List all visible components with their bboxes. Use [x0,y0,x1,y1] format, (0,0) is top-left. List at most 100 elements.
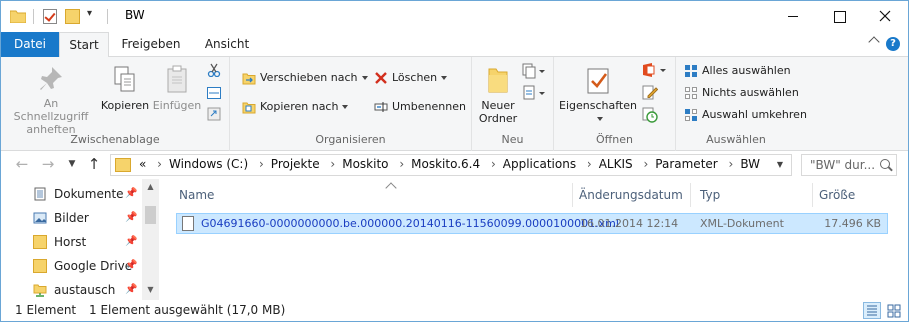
paste-button[interactable]: Einfügen [152,65,202,112]
refresh-icon[interactable] [793,154,801,176]
column-divider[interactable] [812,183,813,207]
details-view-icon[interactable] [863,302,881,319]
network-folder-icon [33,284,47,297]
rename-label: Umbenennen [392,100,466,113]
breadcrumb-item[interactable]: ALKIS [599,157,633,171]
close-button[interactable] [862,1,908,32]
copy-path-icon[interactable] [207,87,221,99]
copy-button[interactable]: Kopieren [100,65,150,112]
nav-item-bilder[interactable]: Bilder 📌 [33,206,141,230]
paste-shortcut-icon[interactable] [207,107,221,121]
pin-icon [40,67,62,90]
group-label: Zwischenablage [70,133,160,146]
nav-item-label: Bilder [54,211,89,225]
large-icons-view-icon[interactable] [885,302,903,319]
breadcrumb-item[interactable]: Moskito [342,157,388,171]
status-selection: 1 Element ausgewählt (17,0 MB) [89,303,286,317]
navigation-bar: ← → ▼ ↑ « › Windows (C:) › Projekte › Moski… [1,151,908,179]
quick-access-dropdown[interactable]: ▾ [87,8,92,25]
pin-icon[interactable]: 📌 [125,206,137,230]
properties-quick-icon[interactable] [43,9,57,24]
paste-label: Einfügen [152,99,202,112]
minimize-button[interactable] [770,1,816,32]
nav-item-dokumente[interactable]: Dokumente 📌 [33,182,141,206]
close-icon [879,10,891,22]
back-arrow-icon[interactable]: ← [13,155,31,173]
tab-ansicht[interactable]: Ansicht [197,32,257,57]
scroll-thumb[interactable] [145,206,156,224]
nav-item-label: Horst [54,235,87,249]
pin-icon[interactable]: 📌 [125,230,137,254]
file-row-selected[interactable]: G04691660-0000000000.be.000000.20140116-… [176,213,888,234]
new-folder-icon [488,68,508,93]
new-folder-quick-icon[interactable] [65,9,80,24]
pin-quick-access-button[interactable]: An Schnellzugriff anheften [5,65,97,136]
group-label: Auswählen [706,133,766,146]
column-header-type[interactable]: Typ [700,184,720,206]
navigation-pane: Dokumente 📌 Bilder 📌 Horst 📌 Google Driv… [1,179,159,300]
address-dropdown-icon[interactable]: ▼ [773,155,787,175]
maximize-button[interactable] [816,1,862,32]
column-divider[interactable] [572,183,573,207]
breadcrumb-item[interactable]: Parameter [655,157,717,171]
move-to-label: Verschieben nach [260,71,358,84]
column-header-size[interactable]: Größe [819,184,855,206]
nav-item-horst[interactable]: Horst 📌 [33,230,141,254]
nav-item-austausch[interactable]: austausch 📌 [33,278,141,302]
breadcrumb-item[interactable]: BW [740,157,760,171]
nav-item-label: Dokumente [54,187,124,201]
group-clipboard: An Schnellzugriff anheften Kopieren Einf… [1,57,230,151]
column-divider[interactable] [690,183,691,207]
breadcrumb-item[interactable]: Moskito.6.4 [411,157,480,171]
column-header-date[interactable]: Änderungsdatum [579,184,683,206]
select-all-icon [685,65,697,77]
forward-arrow-icon[interactable]: → [39,155,57,173]
status-bar: 1 Element 1 Element ausgewählt (17,0 MB) [1,300,908,321]
file-name[interactable]: G04691660-0000000000.be.000000.20140116-… [201,214,619,233]
breadcrumb-item[interactable]: Windows (C:) [169,157,248,171]
move-icon [242,73,256,85]
rename-icon [374,102,388,112]
up-arrow-icon[interactable]: ↑ [85,155,103,173]
scroll-down-icon[interactable]: ▼ [145,285,156,295]
group-label: Organisieren [315,133,386,146]
ribbon-tabs: Datei Start Freigeben Ansicht ? [1,32,908,58]
scroll-up-icon[interactable]: ▲ [145,182,156,192]
group-organize: Verschieben nach Kopieren nach Löschen U… [230,57,472,151]
collapse-ribbon-icon[interactable] [868,36,880,48]
history-icon[interactable] [642,107,658,123]
search-input[interactable]: "BW" dur... [801,154,897,176]
recent-locations-icon[interactable]: ▼ [63,155,81,173]
properties-button[interactable]: Eigenschaften [558,65,638,125]
properties-label: Eigenschaften [559,99,637,112]
column-header-name[interactable]: Name [179,182,397,206]
tab-datei[interactable]: Datei [1,32,59,57]
tab-start[interactable]: Start [59,32,109,58]
cut-icon[interactable] [207,63,221,77]
new-folder-button[interactable]: Neuer Ordner [474,65,522,125]
copy-icon [114,66,135,92]
breadcrumb-item[interactable]: Projekte [271,157,320,171]
nav-item-google-drive[interactable]: Google Drive 📌 [33,254,141,278]
group-label: Neu [501,133,524,146]
open-office-icon[interactable] [642,62,668,78]
nav-item-label: Google Drive [54,259,133,273]
breadcrumb-item[interactable]: Applications [503,157,576,171]
pin-icon[interactable]: 📌 [125,278,137,302]
edit-icon[interactable] [642,84,658,100]
nav-scrollbar[interactable]: ▲ ▼ [142,179,159,300]
pin-icon[interactable]: 📌 [125,254,137,278]
help-icon[interactable]: ? [886,37,900,51]
nav-item-label: austausch [54,283,116,297]
tab-freigeben[interactable]: Freigeben [116,32,186,57]
sort-ascending-icon [385,182,397,194]
address-bar[interactable]: « › Windows (C:) › Projekte › Moskito › Mosk… [110,154,792,176]
invert-selection-icon [685,109,697,121]
new-item-icon[interactable] [522,63,546,79]
breadcrumb-overflow[interactable]: « [139,157,146,171]
pin-icon[interactable]: 📌 [125,182,137,206]
select-none-icon [685,87,697,99]
easy-access-icon[interactable] [522,85,546,101]
divider [33,9,34,24]
copy-to-icon [242,102,256,114]
